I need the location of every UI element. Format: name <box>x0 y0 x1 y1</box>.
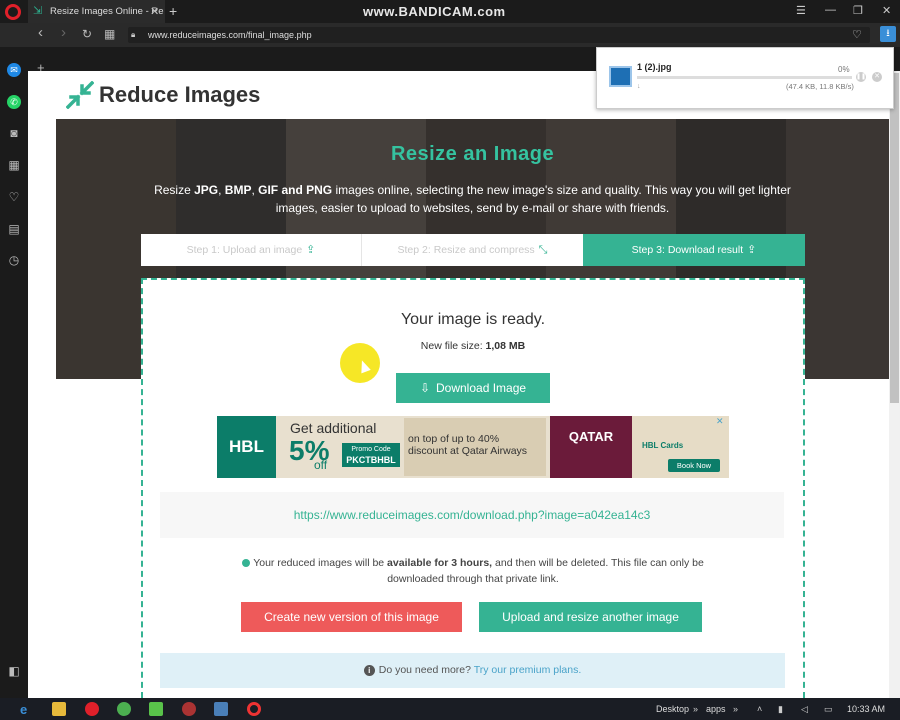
step-3-download: Step 3: Download result ⇪ <box>583 234 805 266</box>
tab-close-icon[interactable]: ✕ <box>150 5 159 18</box>
chrome-icon[interactable] <box>117 702 131 716</box>
download-arrow-icon: ↓ <box>637 83 641 90</box>
availability-note: Your reduced images will be available fo… <box>230 555 716 587</box>
ad-hbl-logo[interactable]: HBL <box>217 416 276 478</box>
tray-chevron-icon[interactable]: » <box>733 704 738 714</box>
lock-icon: 🔒︎ <box>131 30 136 39</box>
download-icon: ⇩ <box>419 381 430 395</box>
add-sidebar-item-icon[interactable]: + <box>37 60 45 75</box>
compress-arrows-icon[interactable] <box>66 81 94 109</box>
window-maximize-button[interactable]: ❐ <box>853 4 863 17</box>
whatsapp-icon[interactable]: ✆ <box>7 95 21 109</box>
file-size: New file size: 1,08 MB <box>420 340 526 352</box>
upload-icon: ⇪ <box>306 244 316 256</box>
ad-promo-code: Promo Code PKCTBHBL <box>342 443 400 467</box>
step-1-upload: Step 1: Upload an image ⇪ <box>141 234 362 266</box>
window-minimize-button[interactable]: — <box>825 4 836 16</box>
ready-heading: Your image is ready. <box>400 311 546 328</box>
bandicam-icon[interactable] <box>247 702 261 716</box>
ad-off: off <box>314 458 328 472</box>
url-field[interactable]: www.reduceimages.com/final_image.php <box>128 27 870 43</box>
info-dot-icon <box>242 559 251 568</box>
history-icon[interactable]: ◷ <box>7 253 21 267</box>
bandicam-watermark: www.BANDICAM.com <box>363 4 506 19</box>
sidebar-toggle-icon[interactable]: ◧ <box>7 664 21 678</box>
download-file-name[interactable]: 1 (2).jpg <box>637 62 672 72</box>
messenger-icon[interactable]: ✉ <box>7 63 21 77</box>
download-share-icon: ⇪ <box>747 244 757 256</box>
browser-tab[interactable]: Resize Images Online - Re <box>28 0 165 23</box>
forward-button[interactable]: › <box>61 24 66 41</box>
scrollbar-thumb[interactable] <box>890 73 899 403</box>
taskbar-desktop-label[interactable]: Desktop <box>656 704 689 714</box>
window-menu-icon[interactable]: ☰ <box>796 4 806 17</box>
download-percent: 0% <box>838 65 850 74</box>
ie-icon[interactable]: e <box>20 702 34 717</box>
compress-icon: ⤡ <box>538 244 548 256</box>
opera-menu-icon[interactable] <box>5 4 21 20</box>
window-close-button[interactable]: ✕ <box>882 4 891 17</box>
info-icon: i <box>363 665 375 676</box>
step-2-resize: Step 2: Resize and compress ⤡ <box>362 234 583 266</box>
download-image-button[interactable]: ⇩ Download Image <box>396 373 550 403</box>
windows-taskbar <box>0 698 900 720</box>
speed-dial-icon[interactable]: ▦ <box>104 27 115 41</box>
tab-favicon-icon: ⇲ <box>33 5 43 17</box>
camera-icon[interactable]: ◙ <box>7 126 21 140</box>
tab-title: Resize Images Online - Re <box>50 6 164 17</box>
battery-icon[interactable]: ▭ <box>824 704 833 715</box>
tray-arrow-icon[interactable]: » <box>693 704 698 714</box>
back-button[interactable]: ‹ <box>38 24 43 41</box>
taskbar-apps-label[interactable]: apps <box>706 704 726 714</box>
pause-download-icon[interactable]: ❚❚ <box>856 72 866 82</box>
reload-button[interactable]: ↻ <box>82 27 92 41</box>
app3-icon[interactable] <box>214 702 228 716</box>
news-icon[interactable]: ▤ <box>7 222 21 236</box>
clock[interactable]: 10:33 AM <box>847 704 885 714</box>
premium-plans-link[interactable]: Try our premium plans. <box>474 664 582 676</box>
site-logo-text[interactable]: Reduce Images <box>99 82 260 108</box>
step-indicator: Step 1: Upload an image ⇪ Step 2: Resize … <box>141 234 805 266</box>
cancel-download-icon[interactable]: ✕ <box>872 72 882 82</box>
private-download-link[interactable]: https://www.reduceimages.com/download.ph… <box>160 508 784 522</box>
heart-icon[interactable]: ♡ <box>7 190 21 204</box>
download-progress-bar <box>637 76 852 79</box>
ad-discount-text: on top of up to 40% discount at Qatar Ai… <box>408 433 528 457</box>
download-size-info: (47.4 KB, 11.8 KB/s) <box>786 82 854 91</box>
hero-description: Resize JPG, BMP, GIF and PNG images onli… <box>154 183 791 215</box>
create-new-version-button[interactable]: Create new version of this image <box>241 602 462 632</box>
premium-text: i Do you need more? Try our premium plans… <box>160 664 785 676</box>
ad-hbl-cards: HBL Cards <box>642 441 684 450</box>
ad-get-text: Get additional <box>290 420 377 436</box>
ad-qatar-logo: QATAR <box>550 416 632 478</box>
downloads-icon[interactable]: ⭳ <box>880 26 896 42</box>
app-icon[interactable] <box>149 702 163 716</box>
file-explorer-icon[interactable] <box>52 702 66 716</box>
volume-icon[interactable]: ◁ <box>801 704 808 715</box>
hero-title: Resize an Image <box>390 143 555 165</box>
new-tab-button[interactable]: + <box>169 3 177 19</box>
ad-close-icon[interactable]: ✕ <box>716 416 724 427</box>
tray-expand-icon[interactable]: ˄ <box>757 704 762 714</box>
speed-dial-sidebar-icon[interactable]: ▦ <box>7 158 21 172</box>
opera-taskbar-icon[interactable] <box>85 702 99 716</box>
upload-another-button[interactable]: Upload and resize another image <box>479 602 702 632</box>
app2-icon[interactable] <box>182 702 196 716</box>
url-text: www.reduceimages.com/final_image.php <box>148 30 312 40</box>
network-icon[interactable]: ▮ <box>778 704 783 715</box>
bookmark-heart-icon[interactable]: ♡ <box>852 28 862 41</box>
image-file-icon <box>609 66 632 87</box>
file-size-value: 1,08 MB <box>485 340 526 352</box>
opera-sidebar <box>0 47 28 698</box>
ad-book-now-button[interactable]: Book Now <box>668 459 720 472</box>
